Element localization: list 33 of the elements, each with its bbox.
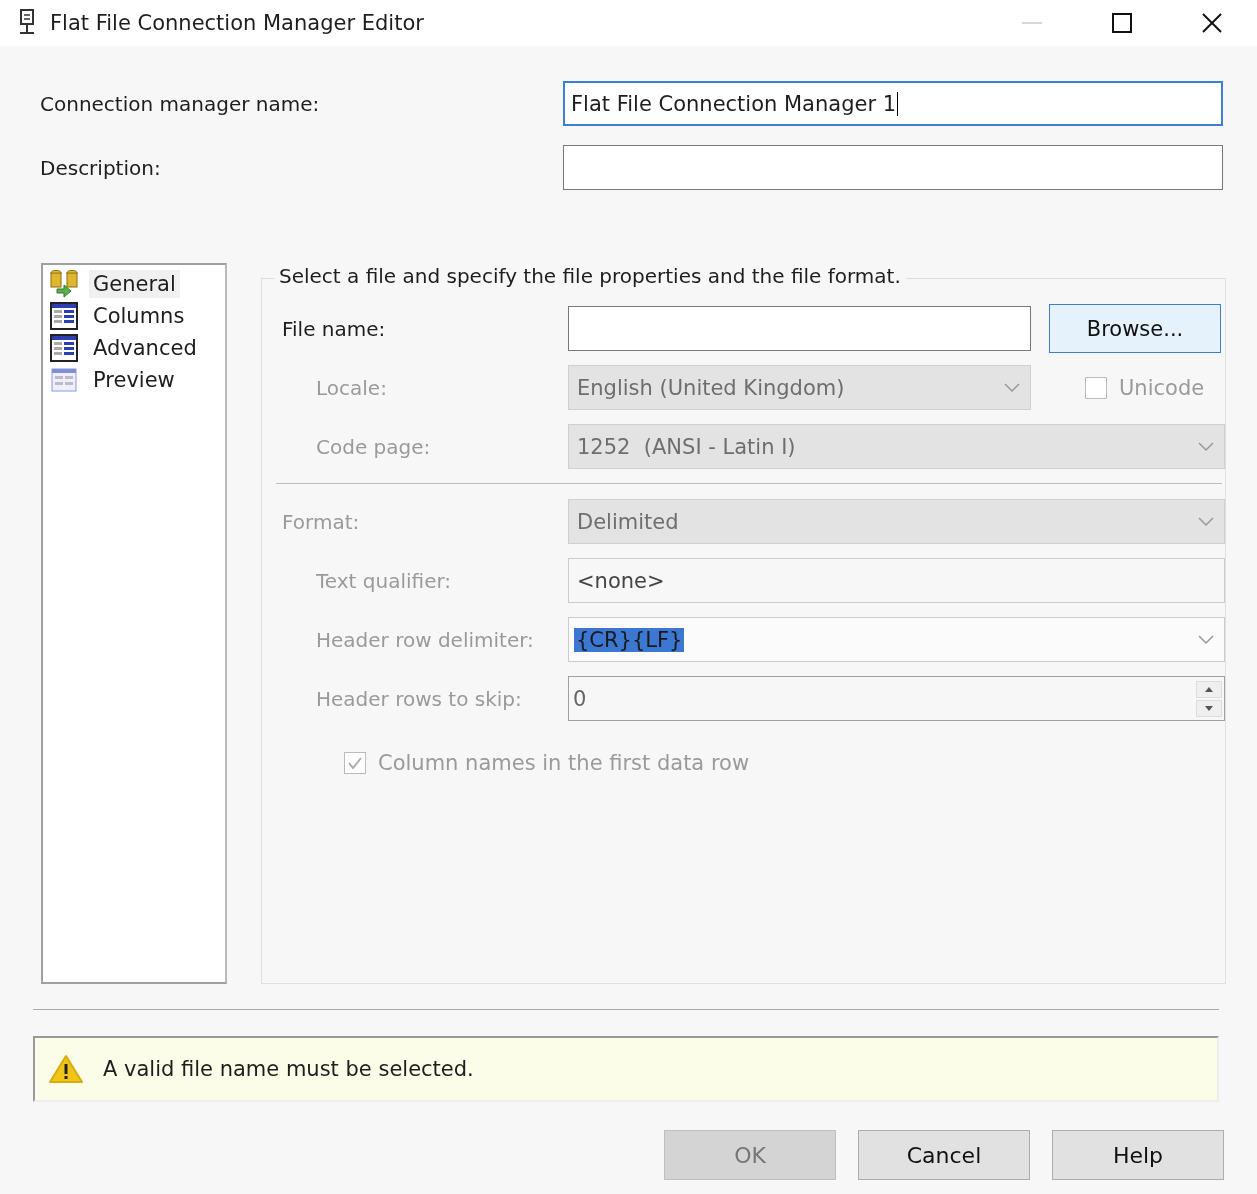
file-name-field[interactable]	[568, 306, 1031, 351]
field-label: Format:	[282, 509, 361, 534]
checkbox-label: Column names in the first data row	[378, 751, 750, 775]
nav-item[interactable]: Advanced	[89, 334, 201, 362]
nav-item[interactable]: Preview	[89, 366, 179, 394]
selected-text: {CR}{LF}	[574, 627, 685, 652]
nav-item[interactable]: Columns	[89, 302, 189, 330]
close-icon	[1200, 11, 1224, 35]
field-label: Header row delimiter:	[316, 627, 535, 652]
field-label: Code page:	[316, 434, 432, 459]
browse-button[interactable]: Browse...	[1049, 304, 1221, 353]
field-label: Header rows to skip:	[316, 686, 523, 711]
dialog-button[interactable]: Cancel	[858, 1130, 1030, 1180]
field-label: Connection manager name:	[40, 91, 321, 116]
input-field[interactable]: Flat File Connection Manager 1	[563, 81, 1223, 126]
warning-icon	[49, 1054, 83, 1084]
table-icon	[49, 365, 79, 395]
warning-message: A valid file name must be selected.	[103, 1057, 474, 1081]
input-field[interactable]	[563, 145, 1223, 190]
dialog-button[interactable]: Help	[1052, 1130, 1224, 1180]
field-label: Locale:	[316, 375, 388, 400]
field-label: File name:	[282, 316, 387, 341]
field-label: Description:	[40, 155, 162, 180]
table-icon	[49, 333, 79, 363]
document-icon	[18, 9, 36, 37]
checkbox-label: Unicode	[1119, 375, 1205, 400]
table-icon	[49, 301, 79, 331]
maximize-icon	[1110, 11, 1134, 35]
nav-item[interactable]: General	[89, 270, 180, 298]
field-label: Text qualifier:	[316, 568, 453, 593]
window-title: Flat File Connection Manager Editor	[50, 11, 425, 35]
minimize-icon	[1020, 21, 1044, 25]
cylinders-icon	[49, 269, 79, 299]
